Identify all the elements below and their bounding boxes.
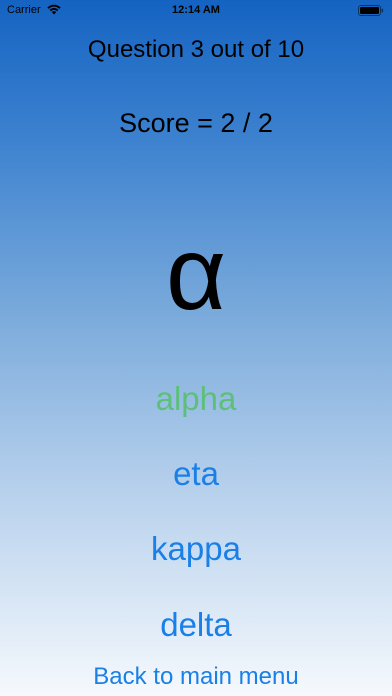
back-to-main-menu-button[interactable]: Back to main menu	[0, 663, 392, 691]
status-bar: Carrier 12:14 AM	[0, 0, 392, 20]
answer-button-eta[interactable]: eta	[0, 455, 392, 493]
answer-button-kappa[interactable]: kappa	[0, 530, 392, 568]
greek-symbol: α	[165, 216, 227, 332]
status-time: 12:14 AM	[172, 4, 220, 16]
answer-button-alpha[interactable]: alpha	[0, 380, 392, 418]
score-label: Score = 2 / 2	[119, 108, 273, 138]
answer-button-delta[interactable]: delta	[0, 606, 392, 644]
quiz-screen: Carrier 12:14 AM Question 3 out of 10 Sc…	[0, 0, 392, 696]
battery-icon	[358, 5, 384, 16]
question-counter: Question 3 out of 10	[87, 36, 305, 63]
